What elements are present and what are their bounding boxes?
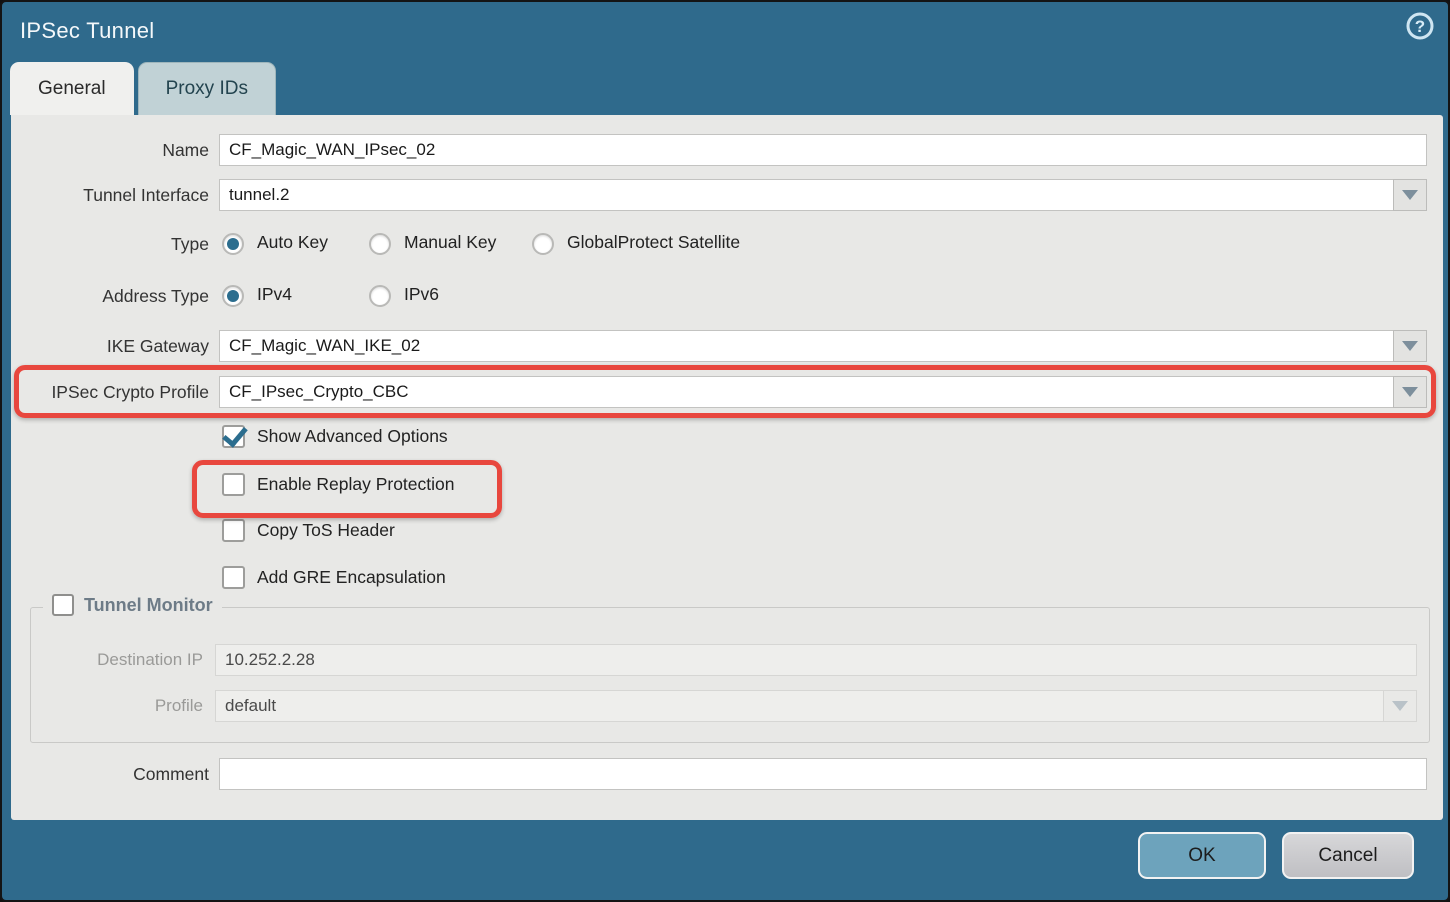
radio-auto-key[interactable] [222,233,244,255]
radio-manual-key-label: Manual Key [404,232,496,253]
radio-globalprotect-satellite-label: GlobalProtect Satellite [567,232,740,253]
copy-tos-header-row: Copy ToS Header [11,519,1443,545]
address-type-row: Address Type IPv4 IPv6 [11,284,1443,308]
help-icon[interactable]: ? [1406,12,1434,40]
profile-value: default [215,690,1383,722]
type-row: Type Auto Key Manual Key GlobalProtect S… [11,232,1443,256]
general-tab-panel: Name Tunnel Interface tunnel.2 Type Auto… [11,115,1443,820]
add-gre-encapsulation-label: Add GRE Encapsulation [257,567,446,588]
comment-label: Comment [11,758,209,790]
radio-globalprotect-satellite[interactable] [532,233,554,255]
tab-general[interactable]: General [10,62,134,115]
enable-replay-protection-row: Enable Replay Protection [11,473,1443,499]
tunnel-monitor-legend: Tunnel Monitor [43,594,222,616]
ipsec-tunnel-dialog: IPSec Tunnel ? General Proxy IDs Name Tu… [0,0,1450,902]
radio-ipv4[interactable] [222,285,244,307]
ike-gateway-dropdown-button[interactable] [1393,330,1427,362]
comment-row: Comment [11,758,1443,790]
copy-tos-header-checkbox[interactable] [222,519,245,542]
radio-ipv6-label: IPv6 [404,284,439,305]
ike-gateway-select[interactable]: CF_Magic_WAN_IKE_02 [219,330,1427,362]
tab-proxy-ids[interactable]: Proxy IDs [138,62,276,115]
ipsec-crypto-profile-value: CF_IPsec_Crypto_CBC [219,376,1393,408]
chevron-down-icon [1402,387,1418,397]
profile-row: Profile default [31,690,1429,722]
ipsec-crypto-profile-select[interactable]: CF_IPsec_Crypto_CBC [219,376,1427,408]
profile-label: Profile [31,690,203,722]
radio-auto-key-label: Auto Key [257,232,328,253]
ipsec-crypto-profile-label: IPSec Crypto Profile [11,376,209,408]
profile-dropdown-button [1383,690,1417,722]
comment-input[interactable] [219,758,1427,790]
name-label: Name [11,134,209,166]
enable-replay-protection-checkbox[interactable] [222,473,245,496]
ipsec-crypto-profile-dropdown-button[interactable] [1393,376,1427,408]
tunnel-interface-row: Tunnel Interface tunnel.2 [11,179,1443,211]
add-gre-encapsulation-checkbox[interactable] [222,566,245,589]
tunnel-monitor-group: Tunnel Monitor Destination IP Profile de… [30,607,1430,743]
tab-bar: General Proxy IDs [10,62,276,115]
name-row: Name [11,134,1443,166]
ipsec-crypto-profile-row: IPSec Crypto Profile CF_IPsec_Crypto_CBC [11,376,1443,408]
radio-ipv6[interactable] [369,285,391,307]
ike-gateway-value: CF_Magic_WAN_IKE_02 [219,330,1393,362]
show-advanced-options-row: Show Advanced Options [11,425,1443,451]
svg-text:?: ? [1415,17,1425,36]
radio-manual-key[interactable] [369,233,391,255]
name-input[interactable] [219,134,1427,166]
address-type-label: Address Type [11,284,209,308]
profile-select: default [215,690,1417,722]
dialog-title: IPSec Tunnel [20,18,154,44]
tunnel-interface-dropdown-button[interactable] [1393,179,1427,211]
dialog-titlebar: IPSec Tunnel ? [2,2,1448,62]
dialog-footer: OK Cancel [2,816,1448,900]
chevron-down-icon [1392,701,1408,711]
destination-ip-row: Destination IP [31,644,1429,676]
tunnel-monitor-label: Tunnel Monitor [84,595,213,616]
tunnel-interface-value: tunnel.2 [219,179,1393,211]
tunnel-monitor-checkbox[interactable] [52,594,74,616]
chevron-down-icon [1402,190,1418,200]
tunnel-interface-select[interactable]: tunnel.2 [219,179,1427,211]
radio-ipv4-label: IPv4 [257,284,292,305]
type-label: Type [11,232,209,256]
chevron-down-icon [1402,341,1418,351]
show-advanced-options-label: Show Advanced Options [257,426,448,447]
ike-gateway-label: IKE Gateway [11,330,209,362]
ike-gateway-row: IKE Gateway CF_Magic_WAN_IKE_02 [11,330,1443,362]
copy-tos-header-label: Copy ToS Header [257,520,395,541]
enable-replay-protection-label: Enable Replay Protection [257,474,454,495]
destination-ip-input [215,644,1417,676]
show-advanced-options-checkbox[interactable] [222,425,245,448]
add-gre-encapsulation-row: Add GRE Encapsulation [11,566,1443,592]
tunnel-interface-label: Tunnel Interface [11,179,209,211]
cancel-button[interactable]: Cancel [1282,832,1414,879]
destination-ip-label: Destination IP [31,644,203,676]
ok-button[interactable]: OK [1138,832,1266,879]
